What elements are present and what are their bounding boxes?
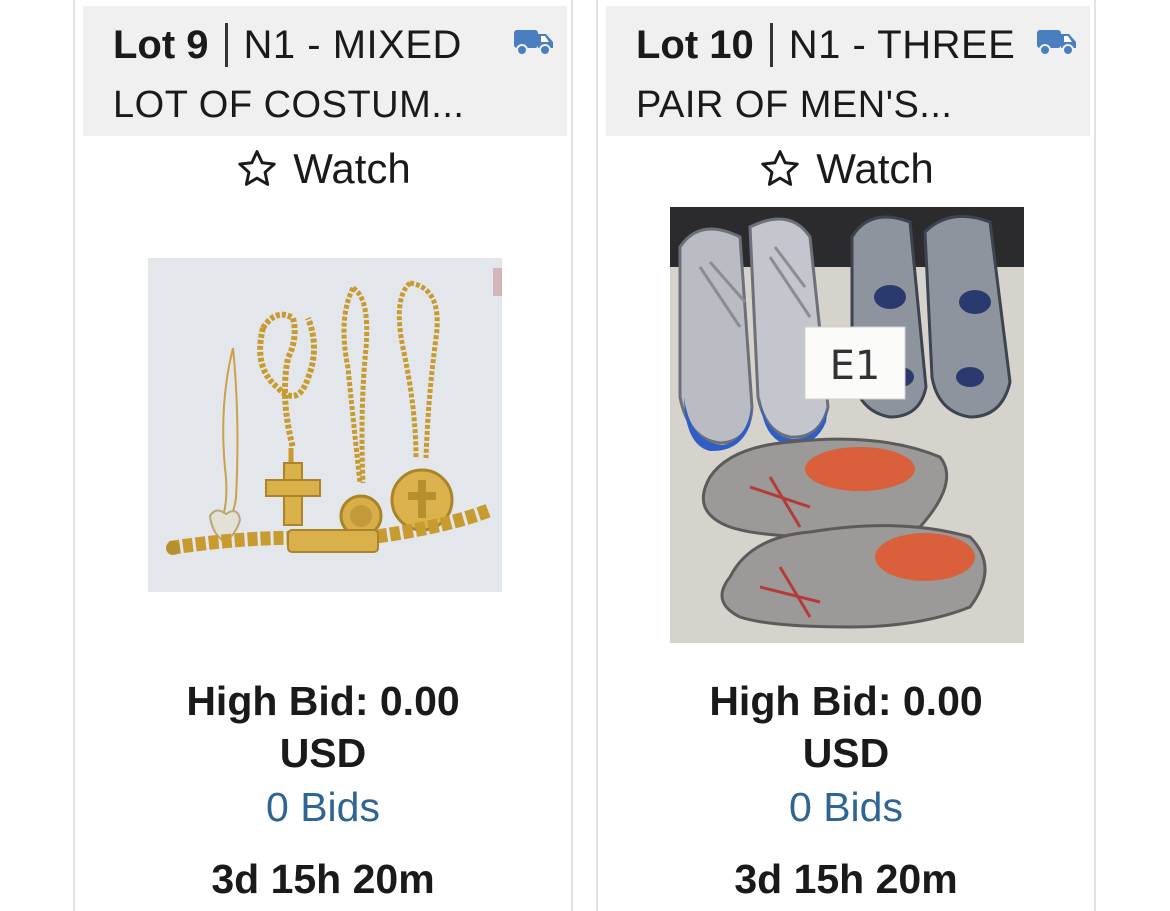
high-bid: High Bid: 0.00 — [186, 678, 460, 724]
divider — [224, 23, 228, 67]
watch-button[interactable]: Watch — [75, 140, 571, 198]
star-outline-icon — [761, 150, 799, 186]
bids-link[interactable]: 0 Bids — [598, 784, 1094, 831]
lot-title-line: Lot 10 N1 - THREE — [636, 20, 1015, 70]
shipping-truck-icon — [514, 30, 553, 56]
lot-header[interactable]: Lot 9 N1 - MIXED LOT OF COSTUM... — [83, 6, 567, 136]
bids-link[interactable]: 0 Bids — [75, 784, 571, 831]
star-outline-icon — [238, 150, 276, 186]
lot-header[interactable]: Lot 10 N1 - THREE PAIR OF MEN'S... — [606, 6, 1090, 136]
shipping-truck-icon — [1037, 30, 1076, 56]
time-left: 3d 15h 20m — [734, 856, 958, 902]
divider — [769, 23, 773, 67]
watch-label: Watch — [293, 145, 411, 192]
gold-jewelry-photo[interactable] — [148, 258, 502, 592]
lot-card-10[interactable]: Lot 10 N1 - THREE PAIR OF MEN'S... Watch — [596, 0, 1096, 911]
lot-description[interactable]: PAIR OF MEN'S... — [636, 84, 952, 127]
lot-number: Lot 9 — [113, 22, 209, 67]
lot-title-line: Lot 9 N1 - MIXED — [113, 20, 462, 70]
lot-category: N1 - MIXED — [243, 22, 462, 67]
watch-label: Watch — [816, 145, 934, 192]
lot-category: N1 - THREE — [788, 22, 1016, 67]
watch-button[interactable]: Watch — [598, 140, 1094, 198]
high-bid: High Bid: 0.00 — [709, 678, 983, 724]
photo-tag-text: E1 — [830, 343, 881, 389]
lot-description[interactable]: LOT OF COSTUM... — [113, 84, 464, 127]
currency: USD — [279, 730, 367, 776]
sneakers-photo[interactable]: E1 — [670, 207, 1024, 643]
time-left: 3d 15h 20m — [211, 856, 435, 902]
lot-card-9[interactable]: Lot 9 N1 - MIXED LOT OF COSTUM... Watch — [73, 0, 573, 911]
lot-number: Lot 10 — [636, 22, 754, 67]
currency: USD — [802, 730, 890, 776]
